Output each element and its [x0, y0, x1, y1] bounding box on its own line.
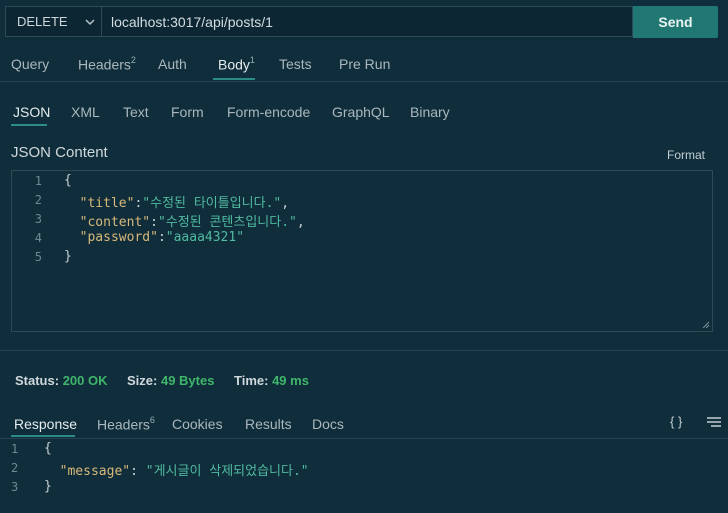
tab-badge: 6	[149, 415, 155, 425]
json-editor[interactable]: 1 2 3 4 5 { "title":"수정된 타이틀입니다.", "cont…	[11, 170, 713, 332]
body-type-label: JSON	[13, 104, 51, 120]
json-value: "수정된 콘텐츠입니다."	[157, 215, 297, 230]
json-key: "content"	[79, 215, 151, 230]
tab-label: Headers	[78, 56, 131, 73]
url-input[interactable]: localhost:3017/api/posts/1	[101, 6, 633, 37]
json-key: "message"	[59, 464, 131, 479]
tab-label: Auth	[158, 56, 187, 72]
size-label: Size:	[127, 373, 158, 388]
body-type-json[interactable]: JSON	[13, 104, 50, 120]
tab-pre-run[interactable]: Pre Run	[339, 56, 390, 72]
tab-badge: 1	[249, 55, 255, 65]
line-number: 1	[34, 174, 42, 188]
chevron-down-icon	[85, 19, 95, 26]
brace: }	[64, 249, 72, 264]
method-value: DELETE	[17, 14, 68, 29]
code-line: {	[44, 441, 52, 456]
tab-label: Response	[14, 416, 78, 432]
active-body-type-indicator	[11, 124, 47, 126]
tab-label: Docs	[312, 416, 344, 432]
body-type-label: XML	[71, 104, 100, 120]
tab-query[interactable]: Query	[11, 56, 49, 72]
size-info: Size: 49 Bytes	[127, 373, 214, 388]
tab-label: Tests	[279, 56, 312, 72]
body-type-text[interactable]: Text	[123, 104, 149, 120]
code-line: }	[64, 249, 72, 264]
code-line: "title":"수정된 타이틀입니다.",	[79, 196, 290, 211]
brace: {	[64, 173, 72, 188]
response-body: 1 2 3 { "message": "게시글이 삭제되었습니다." }	[0, 440, 728, 510]
brace: }	[44, 479, 52, 494]
tab-tests[interactable]: Tests	[279, 56, 312, 72]
tab-label: Results	[245, 416, 292, 432]
tab-label: Headers	[97, 416, 150, 433]
brace: {	[44, 441, 52, 456]
send-label: Send	[658, 14, 693, 30]
send-button[interactable]: Send	[633, 6, 718, 38]
body-type-binary[interactable]: Binary	[410, 104, 450, 120]
code-line: }	[44, 479, 52, 494]
line-number: 2	[11, 461, 19, 475]
active-response-tab-indicator	[11, 435, 75, 437]
tab-response[interactable]: Response	[14, 416, 77, 432]
status-info: Status: 200 OK	[15, 373, 108, 388]
tab-label: Body	[218, 56, 250, 73]
braces-icon[interactable]: { }	[670, 414, 682, 429]
tab-response-headers[interactable]: Headers6	[97, 415, 155, 433]
tab-label: Query	[11, 56, 50, 72]
json-key: "title"	[79, 196, 135, 211]
code-line: "message": "게시글이 삭제되었습니다."	[59, 464, 309, 479]
line-number: 3	[34, 212, 42, 226]
json-value: "수정된 타이틀입니다."	[142, 196, 282, 211]
menu-icon[interactable]	[706, 416, 722, 428]
body-type-label: Form-encode	[227, 104, 311, 120]
body-type-label: Text	[123, 104, 149, 120]
body-type-xml[interactable]: XML	[71, 104, 100, 120]
tab-auth[interactable]: Auth	[158, 56, 187, 72]
line-number: 1	[11, 442, 19, 456]
tab-results[interactable]: Results	[245, 416, 292, 432]
tab-headers[interactable]: Headers2	[78, 55, 136, 73]
status-value: 200 OK	[62, 373, 108, 388]
time-value: 49 ms	[272, 373, 309, 388]
status-label: Status:	[15, 373, 60, 388]
tab-cookies[interactable]: Cookies	[172, 416, 223, 432]
url-value: localhost:3017/api/posts/1	[111, 13, 273, 30]
method-select[interactable]: DELETE	[5, 6, 101, 37]
active-tab-indicator	[213, 78, 255, 80]
tab-label: Cookies	[172, 416, 223, 432]
line-number: 2	[34, 193, 42, 207]
body-type-graphql[interactable]: GraphQL	[332, 104, 390, 120]
response-tabs: Response Headers6 Cookies Results Docs {…	[0, 404, 728, 439]
request-tabs: Query Headers2 Auth Body1 Tests Pre Run	[0, 44, 728, 82]
json-key: "password"	[79, 230, 158, 245]
line-number: 3	[11, 480, 19, 494]
format-button[interactable]: Format	[667, 148, 705, 162]
json-value: "게시글이 삭제되었습니다."	[145, 464, 309, 479]
section-divider	[0, 350, 728, 351]
tab-body[interactable]: Body1	[218, 55, 255, 73]
body-type-form-encode[interactable]: Form-encode	[227, 104, 310, 120]
body-type-label: Binary	[410, 104, 450, 120]
json-content-label: JSON Content	[11, 144, 108, 161]
size-value: 49 Bytes	[160, 373, 215, 388]
body-type-label: Form	[171, 104, 204, 120]
resize-grip-icon[interactable]	[701, 320, 710, 329]
time-label: Time:	[234, 373, 269, 388]
body-type-form[interactable]: Form	[171, 104, 204, 120]
line-number: 5	[34, 250, 42, 264]
tab-badge: 2	[130, 55, 136, 65]
time-info: Time: 49 ms	[234, 373, 309, 388]
tab-docs[interactable]: Docs	[312, 416, 344, 432]
code-line: "password":"aaaa4321"	[79, 230, 245, 245]
code-line: "content":"수정된 콘텐츠입니다.",	[79, 215, 305, 230]
tab-label: Pre Run	[339, 56, 391, 72]
json-value: "aaaa4321"	[165, 230, 245, 245]
body-type-label: GraphQL	[332, 104, 390, 120]
line-number: 4	[34, 231, 42, 245]
code-line: {	[64, 173, 72, 188]
